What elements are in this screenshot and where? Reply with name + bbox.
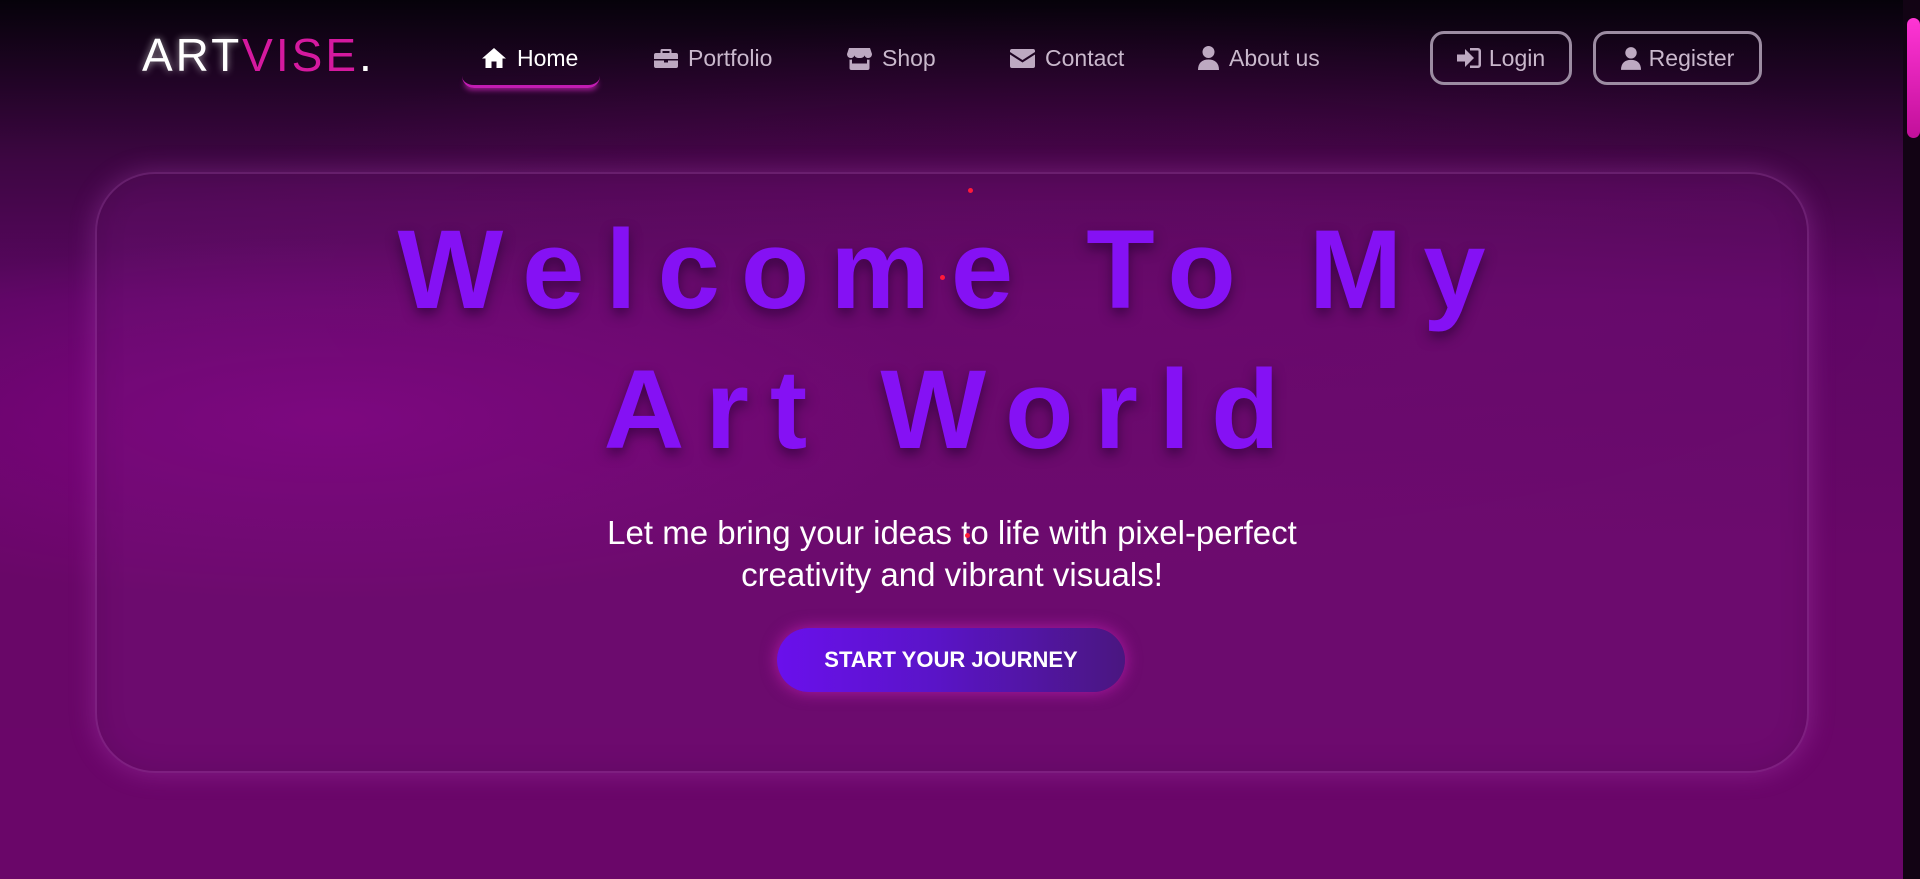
sign-in-icon bbox=[1456, 48, 1481, 68]
nav-item-label: About us bbox=[1229, 44, 1320, 71]
store-icon bbox=[847, 47, 872, 70]
login-button[interactable]: Login bbox=[1430, 31, 1572, 85]
home-icon bbox=[482, 48, 506, 68]
sparkle-dot bbox=[965, 533, 970, 538]
brand-logo[interactable]: ARTVISE. bbox=[142, 30, 375, 80]
hero-subtitle-line-1: Let me bring your ideas to life with pix… bbox=[607, 514, 1297, 551]
start-journey-button[interactable]: START YOUR JOURNEY bbox=[777, 628, 1125, 692]
logo-text-vise: VISE bbox=[242, 29, 359, 81]
sparkle-dot bbox=[968, 188, 973, 193]
hero-title-line-1: Welcome To My bbox=[397, 207, 1507, 332]
hero-subtitle: Let me bring your ideas to life with pix… bbox=[452, 512, 1452, 596]
navbar: ARTVISE. Home Portfolio Shop Contact Abo… bbox=[0, 0, 1903, 118]
nav-item-about[interactable]: About us bbox=[1198, 38, 1320, 78]
user-icon bbox=[1620, 46, 1641, 70]
scrollbar-thumb[interactable] bbox=[1907, 18, 1920, 138]
hero-title: Welcome To My Art World bbox=[95, 200, 1809, 480]
nav-item-home[interactable]: Home bbox=[481, 38, 578, 78]
register-button[interactable]: Register bbox=[1593, 31, 1762, 85]
nav-item-label: Shop bbox=[882, 44, 936, 71]
login-label: Login bbox=[1488, 44, 1546, 71]
nav-item-label: Home bbox=[517, 44, 579, 71]
hero-title-line-2: Art World bbox=[603, 347, 1301, 472]
user-icon bbox=[1198, 46, 1219, 70]
nav-item-contact[interactable]: Contact bbox=[1010, 38, 1124, 78]
nav-item-shop[interactable]: Shop bbox=[847, 38, 936, 78]
briefcase-icon bbox=[654, 49, 678, 68]
nav-item-label: Portfolio bbox=[688, 44, 773, 71]
nav-item-label: Contact bbox=[1045, 44, 1125, 71]
nav-item-portfolio[interactable]: Portfolio bbox=[654, 38, 772, 78]
sparkle-dot bbox=[940, 275, 945, 280]
logo-text-art: ART bbox=[142, 29, 243, 81]
logo-dot: . bbox=[359, 29, 375, 81]
register-label: Register bbox=[1648, 44, 1735, 71]
envelope-icon bbox=[1010, 48, 1035, 68]
page-scrollbar[interactable] bbox=[1903, 0, 1920, 879]
active-nav-underline bbox=[462, 76, 600, 88]
hero-subtitle-line-2: creativity and vibrant visuals! bbox=[741, 556, 1163, 593]
